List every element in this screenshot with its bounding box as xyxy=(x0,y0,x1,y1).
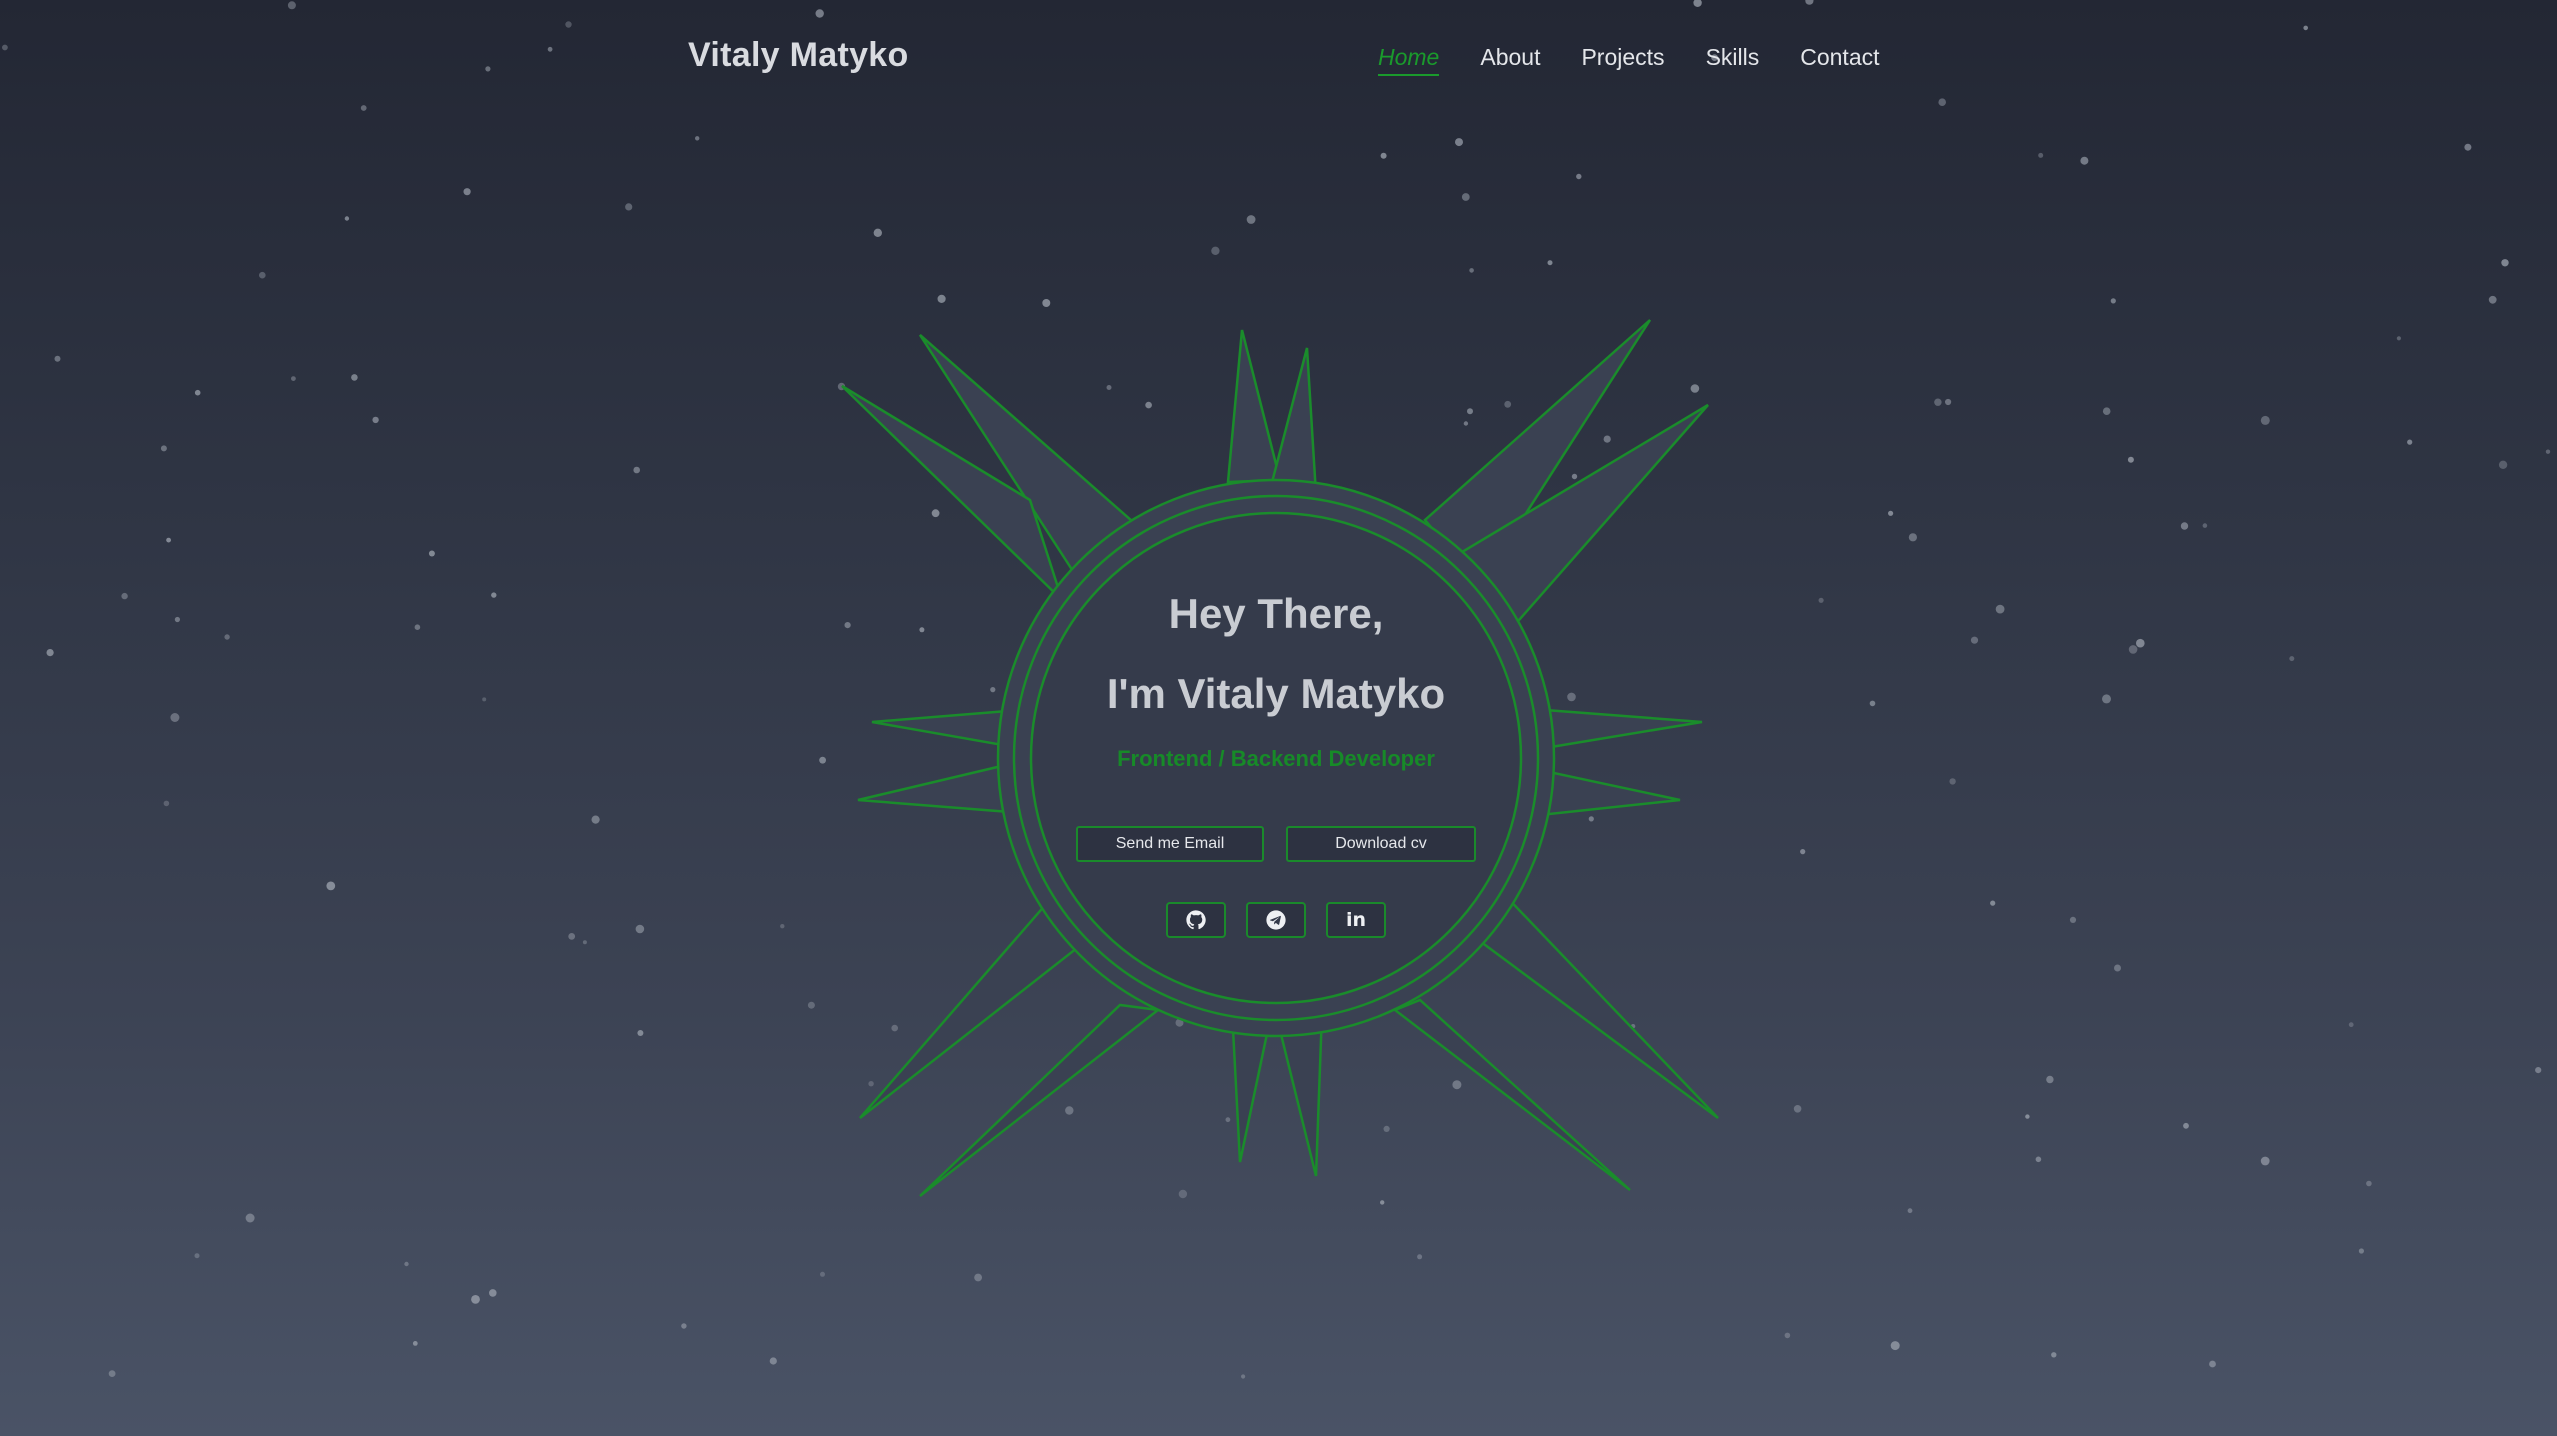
spike xyxy=(1538,768,1681,817)
nav-item-contact[interactable]: Contact xyxy=(1800,42,1879,72)
cta-buttons: Send me Email Download cv xyxy=(1076,826,1476,862)
telegram-icon xyxy=(1265,909,1287,931)
send-email-button[interactable]: Send me Email xyxy=(1076,826,1264,862)
spike xyxy=(1226,329,1282,484)
nav-item-skills[interactable]: Skills xyxy=(1706,42,1760,72)
linkedin-link[interactable]: in xyxy=(1326,902,1386,938)
hero-title: I'm Vitaly Matyko xyxy=(1106,670,1446,717)
nav-item-about[interactable]: About xyxy=(1480,42,1540,72)
hero-greeting: Hey There, xyxy=(1168,590,1384,637)
brand-logo[interactable]: Vitaly Matyko xyxy=(688,36,909,75)
hero-section: Hey There, I'm Vitaly Matyko Frontend / … xyxy=(1026,586,1526,774)
github-icon xyxy=(1185,909,1207,931)
spike xyxy=(1268,347,1318,496)
spike xyxy=(857,762,1012,814)
page: Vitaly Matyko Home About Projects Skills… xyxy=(0,0,2557,1436)
spike xyxy=(1392,998,1631,1191)
top-navbar: Vitaly Matyko Home About Projects Skills… xyxy=(0,0,2557,116)
social-links: in xyxy=(1166,902,1386,938)
spike xyxy=(1543,708,1703,750)
github-link[interactable] xyxy=(1166,902,1226,938)
nav-item-projects[interactable]: Projects xyxy=(1581,42,1664,72)
linkedin-icon: in xyxy=(1345,909,1367,931)
download-cv-button[interactable]: Download cv xyxy=(1286,826,1476,862)
hero-role: Frontend / Backend Developer xyxy=(1117,746,1435,771)
telegram-link[interactable] xyxy=(1246,902,1306,938)
nav-menu: Home About Projects Skills Contact xyxy=(1378,42,1880,76)
nav-item-home[interactable]: Home xyxy=(1378,42,1440,76)
